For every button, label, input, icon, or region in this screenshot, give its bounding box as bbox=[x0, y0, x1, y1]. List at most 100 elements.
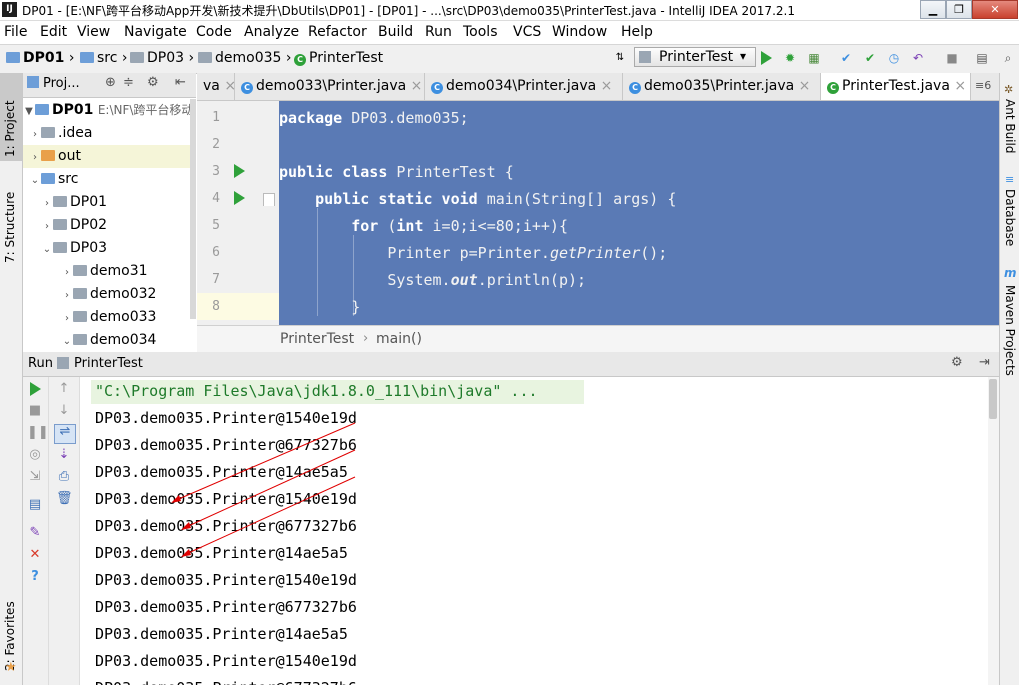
coverage-icon[interactable]: ▦ bbox=[806, 51, 822, 65]
menu-code[interactable]: Code bbox=[196, 24, 232, 40]
menu-file[interactable]: File bbox=[4, 24, 27, 40]
nav-crumb-demo035[interactable]: demo035 › bbox=[198, 50, 292, 66]
print-icon[interactable]: ⎙ bbox=[56, 470, 72, 484]
close-icon[interactable]: ✕ bbox=[27, 548, 43, 562]
tree-item-demo034[interactable]: ⌄ demo034 bbox=[23, 329, 196, 351]
folder-icon bbox=[41, 127, 55, 138]
menu-run[interactable]: Run bbox=[425, 24, 452, 40]
menu-tools[interactable]: Tools bbox=[463, 24, 498, 40]
tab-overflow-button[interactable]: ≡6 bbox=[975, 79, 991, 92]
tab-java-truncated[interactable]: va × bbox=[197, 73, 236, 100]
code-line-6: Printer p=Printer.getPrinter(); bbox=[387, 244, 668, 262]
run-config-selector[interactable]: PrinterTest ▾ bbox=[634, 47, 756, 67]
menu-navigate[interactable]: Navigate bbox=[124, 24, 187, 40]
scrollbar-thumb[interactable] bbox=[989, 379, 997, 419]
rerun-icon[interactable] bbox=[30, 382, 41, 396]
breadcrumb-method[interactable]: main() bbox=[376, 331, 422, 347]
update-icon[interactable]: ✔ bbox=[838, 51, 854, 65]
close-tab-icon[interactable]: × bbox=[954, 78, 966, 94]
menu-build[interactable]: Build bbox=[378, 24, 413, 40]
run-gutter-icon[interactable] bbox=[234, 191, 245, 205]
tree-item-dp01[interactable]: › DP01 bbox=[23, 191, 196, 214]
title-bar: IJ DP01 - [E:\NF\跨平台移动App开发\新技术提升\DbUtil… bbox=[0, 0, 1019, 21]
run-icon[interactable] bbox=[761, 51, 772, 65]
stop-icon[interactable]: ■ bbox=[27, 404, 43, 418]
arrow-down-icon[interactable]: ↓ bbox=[56, 404, 72, 418]
console-scrollbar[interactable] bbox=[988, 377, 999, 685]
breadcrumb-class[interactable]: PrinterTest bbox=[280, 331, 354, 347]
menu-vcs[interactable]: VCS bbox=[513, 24, 541, 40]
menu-window[interactable]: Window bbox=[552, 24, 607, 40]
project-view-selector[interactable]: Proj... bbox=[43, 76, 80, 91]
debug-icon[interactable]: ✹ bbox=[782, 51, 798, 65]
close-window-button[interactable]: ✕ bbox=[972, 0, 1018, 19]
minimize-button[interactable]: ▁ bbox=[920, 0, 946, 19]
console-output[interactable]: "C:\Program Files\Java\jdk1.8.0_111\bin\… bbox=[80, 377, 988, 685]
commit-icon[interactable]: ✔ bbox=[862, 51, 878, 65]
code-editor[interactable]: package DP03.demo035; public class Print… bbox=[279, 101, 999, 325]
tab-demo034-printer[interactable]: Cdemo034\Printer.java × bbox=[425, 73, 623, 100]
menu-view[interactable]: View bbox=[77, 24, 110, 40]
line-number: 1 bbox=[212, 110, 220, 125]
nav-crumb-printertest[interactable]: C PrinterTest bbox=[294, 50, 383, 66]
hide-panel-icon[interactable]: ⇥ bbox=[979, 355, 990, 370]
close-tab-icon[interactable]: × bbox=[799, 78, 811, 94]
help-icon[interactable]: ? bbox=[27, 570, 43, 584]
tree-item-dp03[interactable]: ⌄ DP03 bbox=[23, 237, 196, 260]
gear-icon[interactable]: ⚙ bbox=[147, 75, 159, 90]
fold-marker-icon[interactable] bbox=[263, 193, 275, 206]
project-structure-icon[interactable]: ▤ bbox=[974, 51, 990, 65]
gear-icon[interactable]: ⚙ bbox=[951, 355, 963, 370]
pin-icon[interactable]: ✎ bbox=[27, 526, 43, 540]
tree-item-dp01-root[interactable]: ▼ DP01 E:\NF\跨平台移动 bbox=[23, 99, 196, 122]
tree-item-demo033[interactable]: › demo033 bbox=[23, 306, 196, 329]
nav-crumb-src[interactable]: src › bbox=[80, 50, 128, 66]
tool-tab-ant-build[interactable]: Ant Build bbox=[1003, 99, 1017, 153]
menu-refactor[interactable]: Refactor bbox=[308, 24, 367, 40]
nav-crumb-dp03[interactable]: DP03 › bbox=[130, 50, 194, 66]
tree-item-out[interactable]: › out bbox=[23, 145, 196, 168]
nav-crumb-project[interactable]: DP01 › bbox=[6, 50, 74, 66]
collapse-all-icon[interactable]: ≑ bbox=[123, 75, 134, 90]
tree-item-demo31[interactable]: › demo31 bbox=[23, 260, 196, 283]
close-tab-icon[interactable]: × bbox=[411, 78, 423, 94]
sort-icon[interactable]: ⇅ bbox=[612, 51, 628, 65]
tool-tab-project[interactable]: 1: Project bbox=[3, 79, 17, 157]
menu-analyze[interactable]: Analyze bbox=[244, 24, 299, 40]
maximize-button[interactable]: ❐ bbox=[946, 0, 972, 19]
close-tab-icon[interactable]: × bbox=[601, 78, 613, 94]
pause-icon[interactable]: ❚❚ bbox=[27, 426, 49, 440]
chevron-down-icon: ▼ bbox=[25, 106, 33, 117]
revert-icon[interactable]: ↶ bbox=[910, 51, 926, 65]
stop-icon[interactable]: ■ bbox=[944, 51, 960, 65]
run-tab-printertest[interactable]: PrinterTest bbox=[74, 356, 143, 371]
run-gutter-icon[interactable] bbox=[234, 164, 245, 178]
tab-demo035-printer[interactable]: Cdemo035\Printer.java × bbox=[623, 73, 821, 100]
tree-item-src[interactable]: ⌄ src bbox=[23, 168, 196, 191]
history-icon[interactable]: ◷ bbox=[886, 51, 902, 65]
tool-tab-database[interactable]: Database bbox=[1003, 189, 1017, 246]
tree-item-demo032[interactable]: › demo032 bbox=[23, 283, 196, 306]
layout-icon[interactable]: ▤ bbox=[27, 498, 43, 512]
output-folder-icon bbox=[41, 150, 55, 161]
run-panel-label: Run bbox=[28, 356, 53, 371]
menu-help[interactable]: Help bbox=[621, 24, 653, 40]
trash-icon[interactable]: 🗑 bbox=[56, 492, 73, 506]
scroll-to-end-icon[interactable]: ⇣ bbox=[56, 448, 72, 462]
exit-icon[interactable]: ⇲ bbox=[27, 470, 43, 484]
tree-item-dp02[interactable]: › DP02 bbox=[23, 214, 196, 237]
tool-tab-structure[interactable]: 7: Structure bbox=[3, 173, 17, 263]
tab-demo033-printer[interactable]: Cdemo033\Printer.java × bbox=[235, 73, 425, 100]
soft-wrap-icon[interactable]: ⇌ bbox=[54, 424, 76, 444]
tab-printertest[interactable]: C PrinterTest.java × bbox=[821, 73, 971, 100]
window-title: DP01 - [E:\NF\跨平台移动App开发\新技术提升\DbUtils\D… bbox=[22, 4, 795, 18]
sync-icon[interactable]: ⊕ bbox=[105, 75, 116, 90]
hide-panel-icon[interactable]: ⇤ bbox=[175, 75, 186, 90]
search-icon[interactable]: ⌕ bbox=[1000, 51, 1016, 65]
tool-tab-maven[interactable]: Maven Projects bbox=[1003, 285, 1017, 376]
dump-threads-icon[interactable]: ◎ bbox=[27, 448, 43, 462]
arrow-up-icon[interactable]: ↑ bbox=[56, 382, 72, 396]
tool-tab-favorites[interactable]: 2: Favorites bbox=[3, 591, 17, 671]
menu-edit[interactable]: Edit bbox=[40, 24, 67, 40]
tree-item-idea[interactable]: › .idea bbox=[23, 122, 196, 145]
